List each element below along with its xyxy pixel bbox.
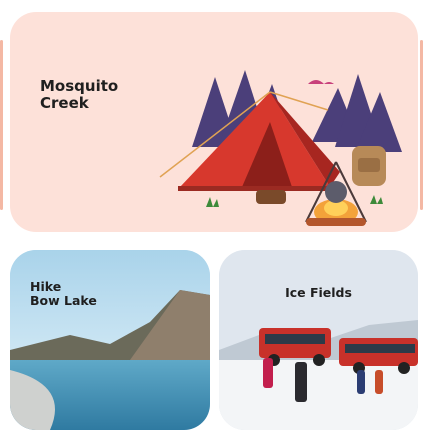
card-title-hike-bow-lake: Hike Bow Lake [30, 279, 150, 309]
backpack [352, 146, 386, 186]
camping-tent-illustration [159, 70, 402, 226]
left-edge-card-peek [0, 40, 3, 210]
bird-shape [308, 80, 334, 84]
card-mosquito-creek[interactable]: Mosquito Creek [10, 12, 418, 232]
glacier-snowcoach-photo [219, 250, 418, 430]
title-line-2: Bow Lake [30, 293, 97, 309]
title-line-1: Hike [30, 279, 62, 294]
card-hike-bow-lake[interactable]: Hike Bow Lake [10, 250, 210, 430]
boots [256, 190, 286, 204]
card-title-ice-fields: Ice Fields [285, 285, 352, 300]
mountain-lake-photo [10, 250, 210, 430]
tent-shape [159, 91, 340, 191]
card-ice-fields[interactable]: Ice Fields [219, 250, 418, 430]
